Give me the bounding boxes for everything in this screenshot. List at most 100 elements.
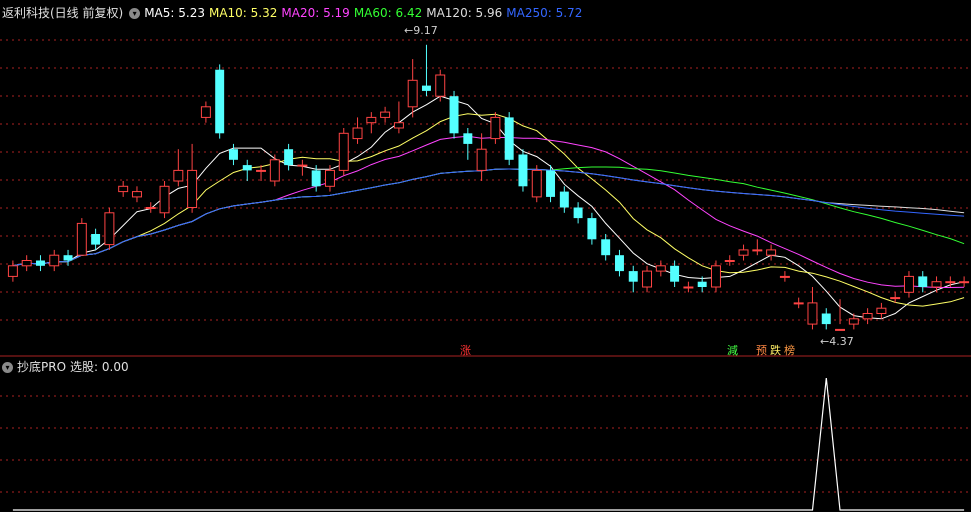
low-price-note: ←4.37 xyxy=(820,335,854,348)
ma10-label: MA10: 5.32 xyxy=(208,6,278,20)
candle-body xyxy=(449,96,459,134)
candle-body xyxy=(297,164,308,167)
tag-zhang: 涨 xyxy=(460,344,471,357)
ma20-label: MA20: 5.19 xyxy=(281,6,350,20)
candle-body xyxy=(546,170,556,197)
candle-body xyxy=(242,165,252,171)
candle-body xyxy=(752,249,763,252)
candle-body xyxy=(504,117,514,160)
candle-body xyxy=(284,149,294,166)
ma60-line xyxy=(12,166,965,267)
candle-body xyxy=(531,169,542,198)
indicator-header: ▾ 抄底PRO 选股: 0.00 xyxy=(2,360,133,374)
candle-body xyxy=(49,254,60,267)
candle-body xyxy=(173,169,184,182)
candle-body xyxy=(490,116,501,140)
candle-body xyxy=(876,307,887,315)
tag-jian: 減 xyxy=(727,344,738,357)
tag-die: 跌 xyxy=(770,344,781,357)
candle-body xyxy=(91,234,101,245)
candle-body xyxy=(903,275,914,293)
candle-body xyxy=(918,276,928,287)
candle-body xyxy=(76,222,87,256)
candle-body xyxy=(697,281,707,287)
ma20-line xyxy=(12,135,965,288)
candle-body xyxy=(435,74,446,97)
candle-body xyxy=(104,212,115,246)
candle-body xyxy=(793,302,804,305)
candle-body xyxy=(187,169,198,208)
high-price-note: ←9.17 xyxy=(404,24,438,37)
candlestick-chart[interactable] xyxy=(0,0,971,512)
candle-body xyxy=(338,132,349,171)
candle-body xyxy=(324,169,335,187)
chevron-down-icon[interactable]: ▾ xyxy=(129,7,141,19)
ma5-label: MA5: 5.23 xyxy=(144,6,205,20)
candle-body xyxy=(959,281,970,284)
candle-body xyxy=(228,149,238,160)
candle-body xyxy=(807,302,818,325)
candle-body xyxy=(407,79,418,108)
candle-body xyxy=(118,185,129,193)
candle-body xyxy=(269,159,280,182)
indicator-title: 抄底PRO xyxy=(17,360,67,374)
candle-body xyxy=(573,207,583,219)
candle-body xyxy=(393,122,404,129)
candle-body xyxy=(848,318,859,325)
candle-body xyxy=(145,207,156,209)
candle-body xyxy=(931,281,942,288)
candle-body xyxy=(614,255,624,272)
ma120-label: MA120: 5.96 xyxy=(426,6,503,20)
candle-body xyxy=(587,218,597,240)
indicator-line xyxy=(12,377,965,511)
candle-body xyxy=(628,271,638,282)
candle-body xyxy=(642,270,653,288)
candle-body xyxy=(518,154,528,187)
indicator-pane xyxy=(0,377,971,511)
candle-body xyxy=(131,191,142,198)
ma10-line xyxy=(12,113,965,307)
candle-body xyxy=(352,127,363,140)
candle-body xyxy=(766,249,777,256)
candle-body xyxy=(738,249,749,256)
candle-body xyxy=(63,255,73,261)
candle-body xyxy=(779,275,790,278)
candle-body xyxy=(159,185,170,214)
indicator-value: 选股: 0.00 xyxy=(70,360,129,374)
main-header: 返利科技(日线 前复权) ▾ MA5: 5.23 MA10: 5.32 MA20: 5.… xyxy=(2,6,586,20)
candle-body xyxy=(724,260,735,262)
candle-body xyxy=(366,116,377,124)
candle-body xyxy=(311,170,321,187)
stock-title: 返利科技(日线 前复权) xyxy=(2,6,124,20)
candle-body xyxy=(215,69,225,134)
grid-lines xyxy=(0,39,971,321)
candle-body xyxy=(380,111,391,118)
candle-body xyxy=(862,313,873,320)
candle-body xyxy=(35,260,45,266)
candle-body xyxy=(463,133,473,144)
candle-body xyxy=(200,106,211,118)
candle-body xyxy=(601,239,611,256)
candle-body xyxy=(655,265,666,272)
candles xyxy=(7,44,970,331)
ma250-line xyxy=(12,168,965,267)
candle-body xyxy=(21,260,32,267)
ma60-label: MA60: 6.42 xyxy=(353,6,423,20)
tag-yu: 预 xyxy=(756,344,767,357)
candle-body xyxy=(670,265,680,282)
ma250-label: MA250: 5.72 xyxy=(506,6,583,20)
candle-body xyxy=(559,191,569,208)
chevron-down-icon[interactable]: ▾ xyxy=(2,361,13,373)
candle-body xyxy=(835,328,846,331)
tag-bang: 榜 xyxy=(784,344,795,357)
candle-body xyxy=(945,281,956,284)
candle-body xyxy=(421,85,431,91)
candle-body xyxy=(256,169,267,172)
candle-body xyxy=(476,148,487,171)
candle-body xyxy=(683,286,694,289)
candle-body xyxy=(821,313,831,325)
candle-body xyxy=(7,265,18,277)
candle-body xyxy=(890,297,901,300)
ma120-line xyxy=(12,168,965,267)
candle-body xyxy=(710,265,721,288)
